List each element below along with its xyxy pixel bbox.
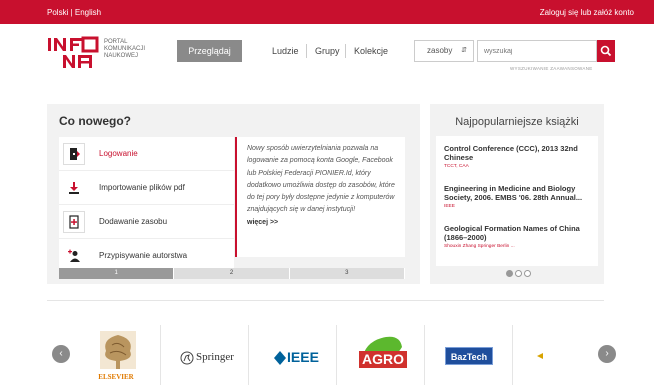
book-title: Geological Formation Names of China (186…	[444, 224, 580, 242]
menu-item-login[interactable]: Logowanie	[59, 137, 234, 171]
search-input[interactable]	[477, 40, 597, 62]
whats-new-title: Co nowego?	[59, 114, 131, 128]
popular-books-panel: Najpopularniejsze książki Control Confer…	[430, 104, 604, 284]
add-file-icon	[63, 210, 85, 233]
books-list: Control Conference (CCC), 2013 32nd Chin…	[436, 136, 598, 266]
menu-item-label: Przypisywanie autorstwa	[99, 251, 188, 260]
search-icon	[600, 45, 612, 57]
whats-new-description: Nowy sposób uwierzytelniania pozwala na …	[235, 137, 405, 257]
login-link[interactable]: Zaloguj się lub załóż konto	[540, 8, 634, 17]
advanced-search-link[interactable]: WYSZUKIWANIE ZAAWANSOWANE	[510, 66, 593, 71]
more-link[interactable]: więcej >>	[247, 217, 397, 229]
whats-new-pager: 1 2 3	[59, 268, 405, 279]
language-switcher: Polski | English	[47, 8, 101, 17]
book-item[interactable]: Geological Formation Names of China (186…	[444, 224, 594, 249]
login-door-icon	[63, 142, 85, 165]
logo-line-komunikacji: KOMUNIKACJI	[104, 46, 146, 52]
menu-item-add-resource[interactable]: Dodawanie zasobu	[59, 205, 234, 239]
popular-books-title: Najpopularniejsze książki	[455, 116, 579, 128]
chevron-left-icon: ‹	[59, 348, 63, 359]
book-author: TCCT, CAA	[444, 164, 469, 169]
logo-line-portal: PORTAL	[104, 39, 128, 45]
pager-page-3[interactable]: 3	[289, 268, 405, 279]
search-button[interactable]	[597, 40, 615, 62]
lang-polish-link[interactable]: Polski	[47, 8, 68, 17]
baztech-label: BazTech	[445, 347, 493, 365]
pager-page-1[interactable]: 1	[59, 268, 175, 279]
select-arrows-icon: ⇵	[461, 47, 467, 54]
top-bar: Polski | English Zaloguj się lub załóż k…	[0, 0, 654, 24]
search-scope-value: zasoby	[427, 46, 453, 55]
publisher-logo-springer[interactable]: Springer	[160, 325, 248, 385]
books-carousel-dots	[506, 270, 531, 277]
nav-collections[interactable]: Kolekcje	[354, 46, 388, 56]
whats-new-panel: Co nowego? Logowanie Importowanie plików…	[47, 104, 420, 284]
carousel-prev-button[interactable]: ‹	[52, 345, 70, 363]
publisher-logo-agro[interactable]: AGRO	[336, 325, 424, 385]
partial-logo-icon	[537, 353, 543, 359]
lang-english-link[interactable]: English	[75, 8, 101, 17]
search-scope-select[interactable]: zasoby ⇵	[414, 40, 474, 62]
add-person-icon	[63, 244, 85, 267]
menu-item-import-pdf[interactable]: Importowanie plików pdf	[59, 171, 234, 205]
book-title: Engineering in Medicine and Biology Soci…	[444, 184, 583, 202]
browse-button[interactable]: Przeglądaj	[177, 40, 242, 62]
menu-item-label: Importowanie plików pdf	[99, 183, 185, 192]
book-item[interactable]: Control Conference (CCC), 2013 32nd Chin…	[444, 144, 594, 169]
nav-groups[interactable]: Grupy	[315, 46, 340, 56]
book-title: Control Conference (CCC), 2013 32nd Chin…	[444, 144, 578, 162]
springer-label: Springer	[196, 351, 234, 363]
chevron-right-icon: ›	[605, 348, 609, 359]
ieee-label: IEEE	[287, 349, 319, 365]
pager-page-2[interactable]: 2	[174, 268, 290, 279]
nav-separator	[306, 44, 307, 58]
publisher-logo-ieee[interactable]: IEEE	[248, 325, 336, 385]
infona-logo-mark	[48, 36, 99, 68]
whats-new-menu: Logowanie Importowanie plików pdf Dodawa…	[59, 137, 234, 273]
section-divider	[47, 300, 604, 301]
nav-people[interactable]: Ludzie	[272, 46, 299, 56]
book-item[interactable]: Engineering in Medicine and Biology Soci…	[444, 184, 594, 209]
menu-item-label: Logowanie	[99, 149, 138, 158]
carousel-dot[interactable]	[506, 270, 513, 277]
description-text: Nowy sposób uwierzytelniania pozwala na …	[247, 145, 395, 214]
logo-subtitle: PORTAL KOMUNIKACJI NAUKOWEJ	[104, 39, 145, 60]
menu-item-label: Dodawanie zasobu	[99, 217, 168, 226]
ieee-diamond-icon	[274, 351, 286, 365]
carousel-next-button[interactable]: ›	[598, 345, 616, 363]
publisher-logo-elsevier[interactable]: ELSEVIER	[72, 325, 160, 385]
logo[interactable]: PORTAL KOMUNIKACJI NAUKOWEJ	[47, 36, 157, 70]
nav-separator	[345, 44, 346, 58]
book-author: IEEE	[444, 204, 455, 209]
logo-line-naukowej: NAUKOWEJ	[104, 53, 139, 59]
elsevier-label: ELSEVIER	[98, 373, 134, 381]
publisher-logo-partial[interactable]	[512, 325, 582, 385]
download-arrow-icon	[63, 176, 85, 199]
carousel-dot[interactable]	[524, 270, 531, 277]
publisher-logo-baztech[interactable]: BazTech	[424, 325, 512, 385]
publishers-carousel: ‹ ELSEVIER Springer IEEE AGRO BazTech ›	[47, 325, 620, 385]
book-author: Shouxin Zhang Springer Berlin ...	[444, 244, 515, 249]
carousel-dot[interactable]	[515, 270, 522, 277]
springer-horse-icon	[180, 351, 194, 365]
agro-label: AGRO	[359, 351, 407, 368]
